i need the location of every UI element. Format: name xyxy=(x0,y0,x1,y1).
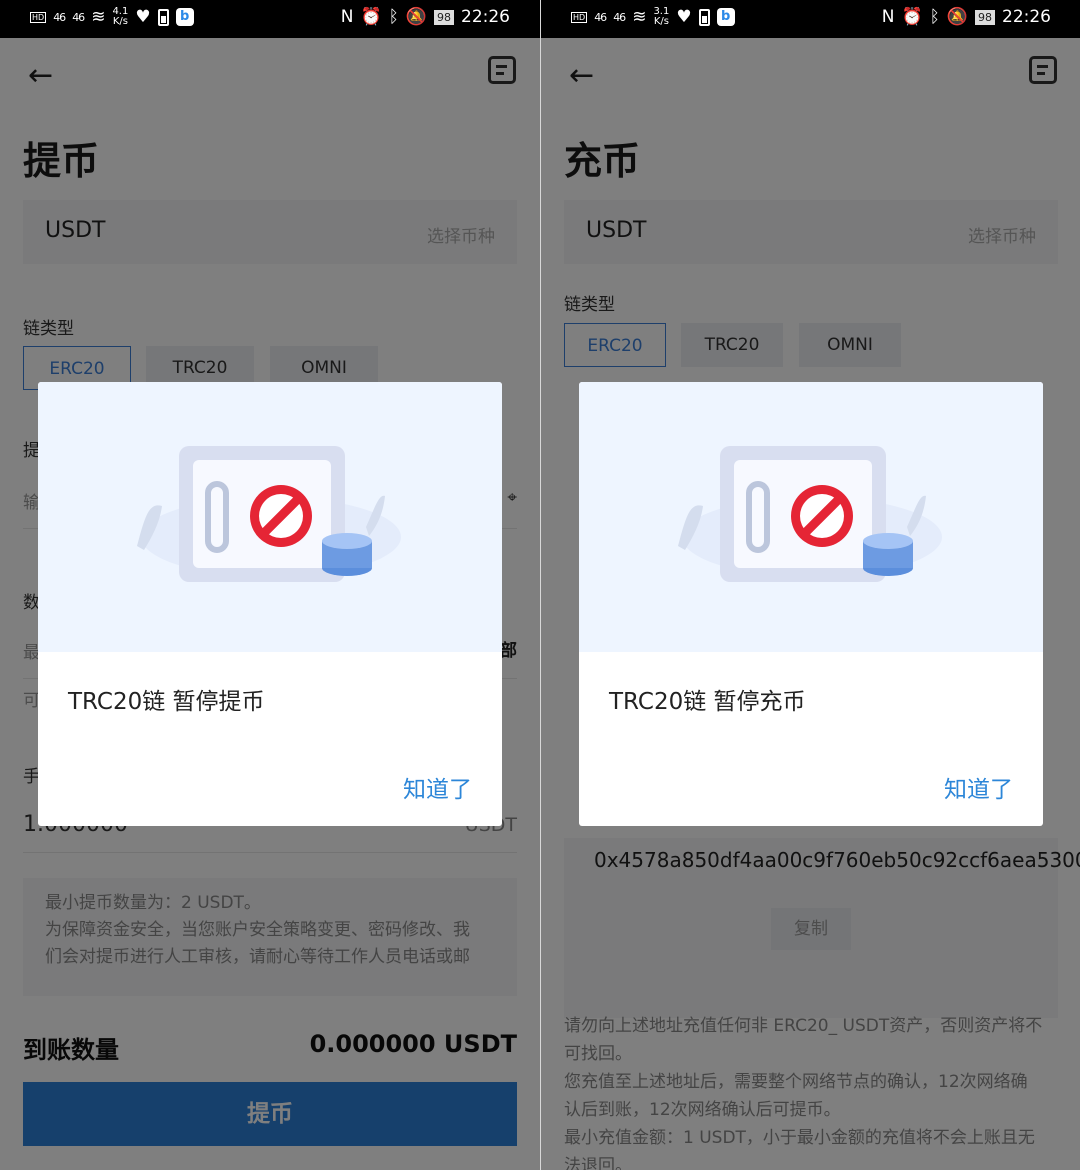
silent-icon: 🔕 xyxy=(405,7,427,27)
battery-level: 98 xyxy=(975,9,995,25)
clock: 22:26 xyxy=(461,7,510,27)
dialog-message: TRC20链 暂停提币 xyxy=(68,689,265,715)
got-it-button[interactable]: 知道了 xyxy=(403,770,472,804)
nfc-icon: N xyxy=(881,7,895,27)
hd-badge: HD xyxy=(571,11,588,23)
signal-strength-2: 46 xyxy=(72,10,85,24)
dialog-illustration xyxy=(38,382,502,652)
pause-deposit-dialog: TRC20链 暂停充币 知道了 xyxy=(579,382,1043,826)
status-left: HD 46 46 ≋ 4.1 K/s ♥ b xyxy=(30,7,194,27)
storage-icon xyxy=(698,8,710,26)
silent-icon: 🔕 xyxy=(946,7,968,27)
network-speed: 4.1 K/s xyxy=(112,6,129,27)
signal-strength-2: 46 xyxy=(613,10,626,24)
status-bar: HD 46 46 ≋ 3.1 K/s ♥ b N ⏰ ᛒ 🔕 98 22:26 xyxy=(541,0,1080,38)
wifi-icon: ≋ xyxy=(91,7,106,27)
locked-safe-icon xyxy=(137,446,401,582)
clock: 22:26 xyxy=(1002,7,1051,27)
alarm-icon: ⏰ xyxy=(360,7,382,27)
battery-level: 98 xyxy=(434,9,454,25)
got-it-button[interactable]: 知道了 xyxy=(944,770,1013,804)
dialog-message: TRC20链 暂停充币 xyxy=(609,689,806,715)
locked-safe-icon xyxy=(678,446,942,582)
signal-strength: 46 xyxy=(594,10,607,24)
pause-withdraw-dialog: TRC20链 暂停提币 知道了 xyxy=(38,382,502,826)
dialog-illustration xyxy=(579,382,1043,652)
hd-badge: HD xyxy=(30,11,47,23)
app-badge-icon: b xyxy=(175,8,194,26)
alarm-icon: ⏰ xyxy=(901,7,923,27)
network-speed: 3.1 K/s xyxy=(653,6,670,27)
health-icon: ♥ xyxy=(135,7,151,27)
wifi-icon: ≋ xyxy=(632,7,647,27)
storage-icon xyxy=(157,8,169,26)
status-bar: HD 46 46 ≋ 4.1 K/s ♥ b N ⏰ ᛒ 🔕 98 22:26 xyxy=(0,0,540,38)
bluetooth-icon: ᛒ xyxy=(929,7,940,27)
status-right: N ⏰ ᛒ 🔕 98 22:26 xyxy=(882,7,1051,27)
bluetooth-icon: ᛒ xyxy=(388,7,399,27)
deposit-screen: HD 46 46 ≋ 3.1K/s ♥ b N ⏰ ᛒ 🔕 98 22:26 ←… xyxy=(540,0,1080,1170)
nfc-icon: N xyxy=(340,7,354,27)
status-right: N ⏰ ᛒ 🔕 98 22:26 xyxy=(341,7,510,27)
signal-strength: 46 xyxy=(53,10,66,24)
status-left: HD 46 46 ≋ 3.1 K/s ♥ b xyxy=(571,7,735,27)
withdraw-screen: HD 46 46 ≋ 4.1K/s ♥ b N ⏰ ᛒ 🔕 98 22:26 ←… xyxy=(0,0,540,1170)
app-badge-icon: b xyxy=(716,8,735,26)
health-icon: ♥ xyxy=(676,7,692,27)
